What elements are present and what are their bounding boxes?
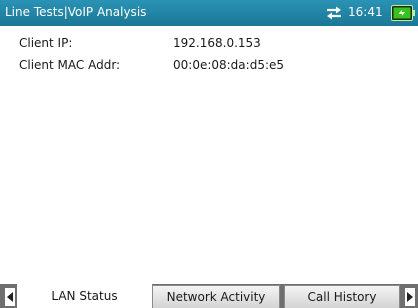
- client-ip-value: 192.168.0.153: [173, 36, 261, 50]
- lan-status-panel: Client IP: 192.168.0.153 Client MAC Addr…: [0, 26, 418, 284]
- network-arrows-icon: [327, 6, 341, 20]
- client-ip-label: Client IP:: [19, 36, 73, 50]
- tab-label: LAN Status: [51, 289, 118, 303]
- tab-label: Call History: [307, 290, 377, 304]
- tab-network-activity[interactable]: Network Activity: [152, 285, 280, 308]
- scroll-left-button[interactable]: [5, 288, 15, 306]
- tab-call-history[interactable]: Call History: [284, 285, 400, 308]
- scroll-right-button[interactable]: [405, 288, 415, 306]
- client-ip-row: Client IP: 192.168.0.153: [0, 36, 418, 56]
- tab-lan-status[interactable]: LAN Status: [17, 284, 152, 308]
- client-mac-value: 00:0e:08:da:d5:e5: [173, 58, 285, 72]
- window-title: Line Tests|VoIP Analysis: [5, 5, 147, 19]
- battery-icon: [391, 5, 415, 21]
- tab-strip: LAN Status Network Activity Call History: [0, 284, 418, 308]
- clock: 16:41: [348, 5, 383, 19]
- client-mac-row: Client MAC Addr: 00:0e:08:da:d5:e5: [0, 58, 418, 78]
- title-bar: Line Tests|VoIP Analysis 16:41: [0, 0, 418, 26]
- tab-label: Network Activity: [166, 290, 266, 304]
- arrow-right-icon: [407, 292, 413, 302]
- arrow-left-icon: [7, 292, 13, 302]
- client-mac-label: Client MAC Addr:: [19, 58, 121, 72]
